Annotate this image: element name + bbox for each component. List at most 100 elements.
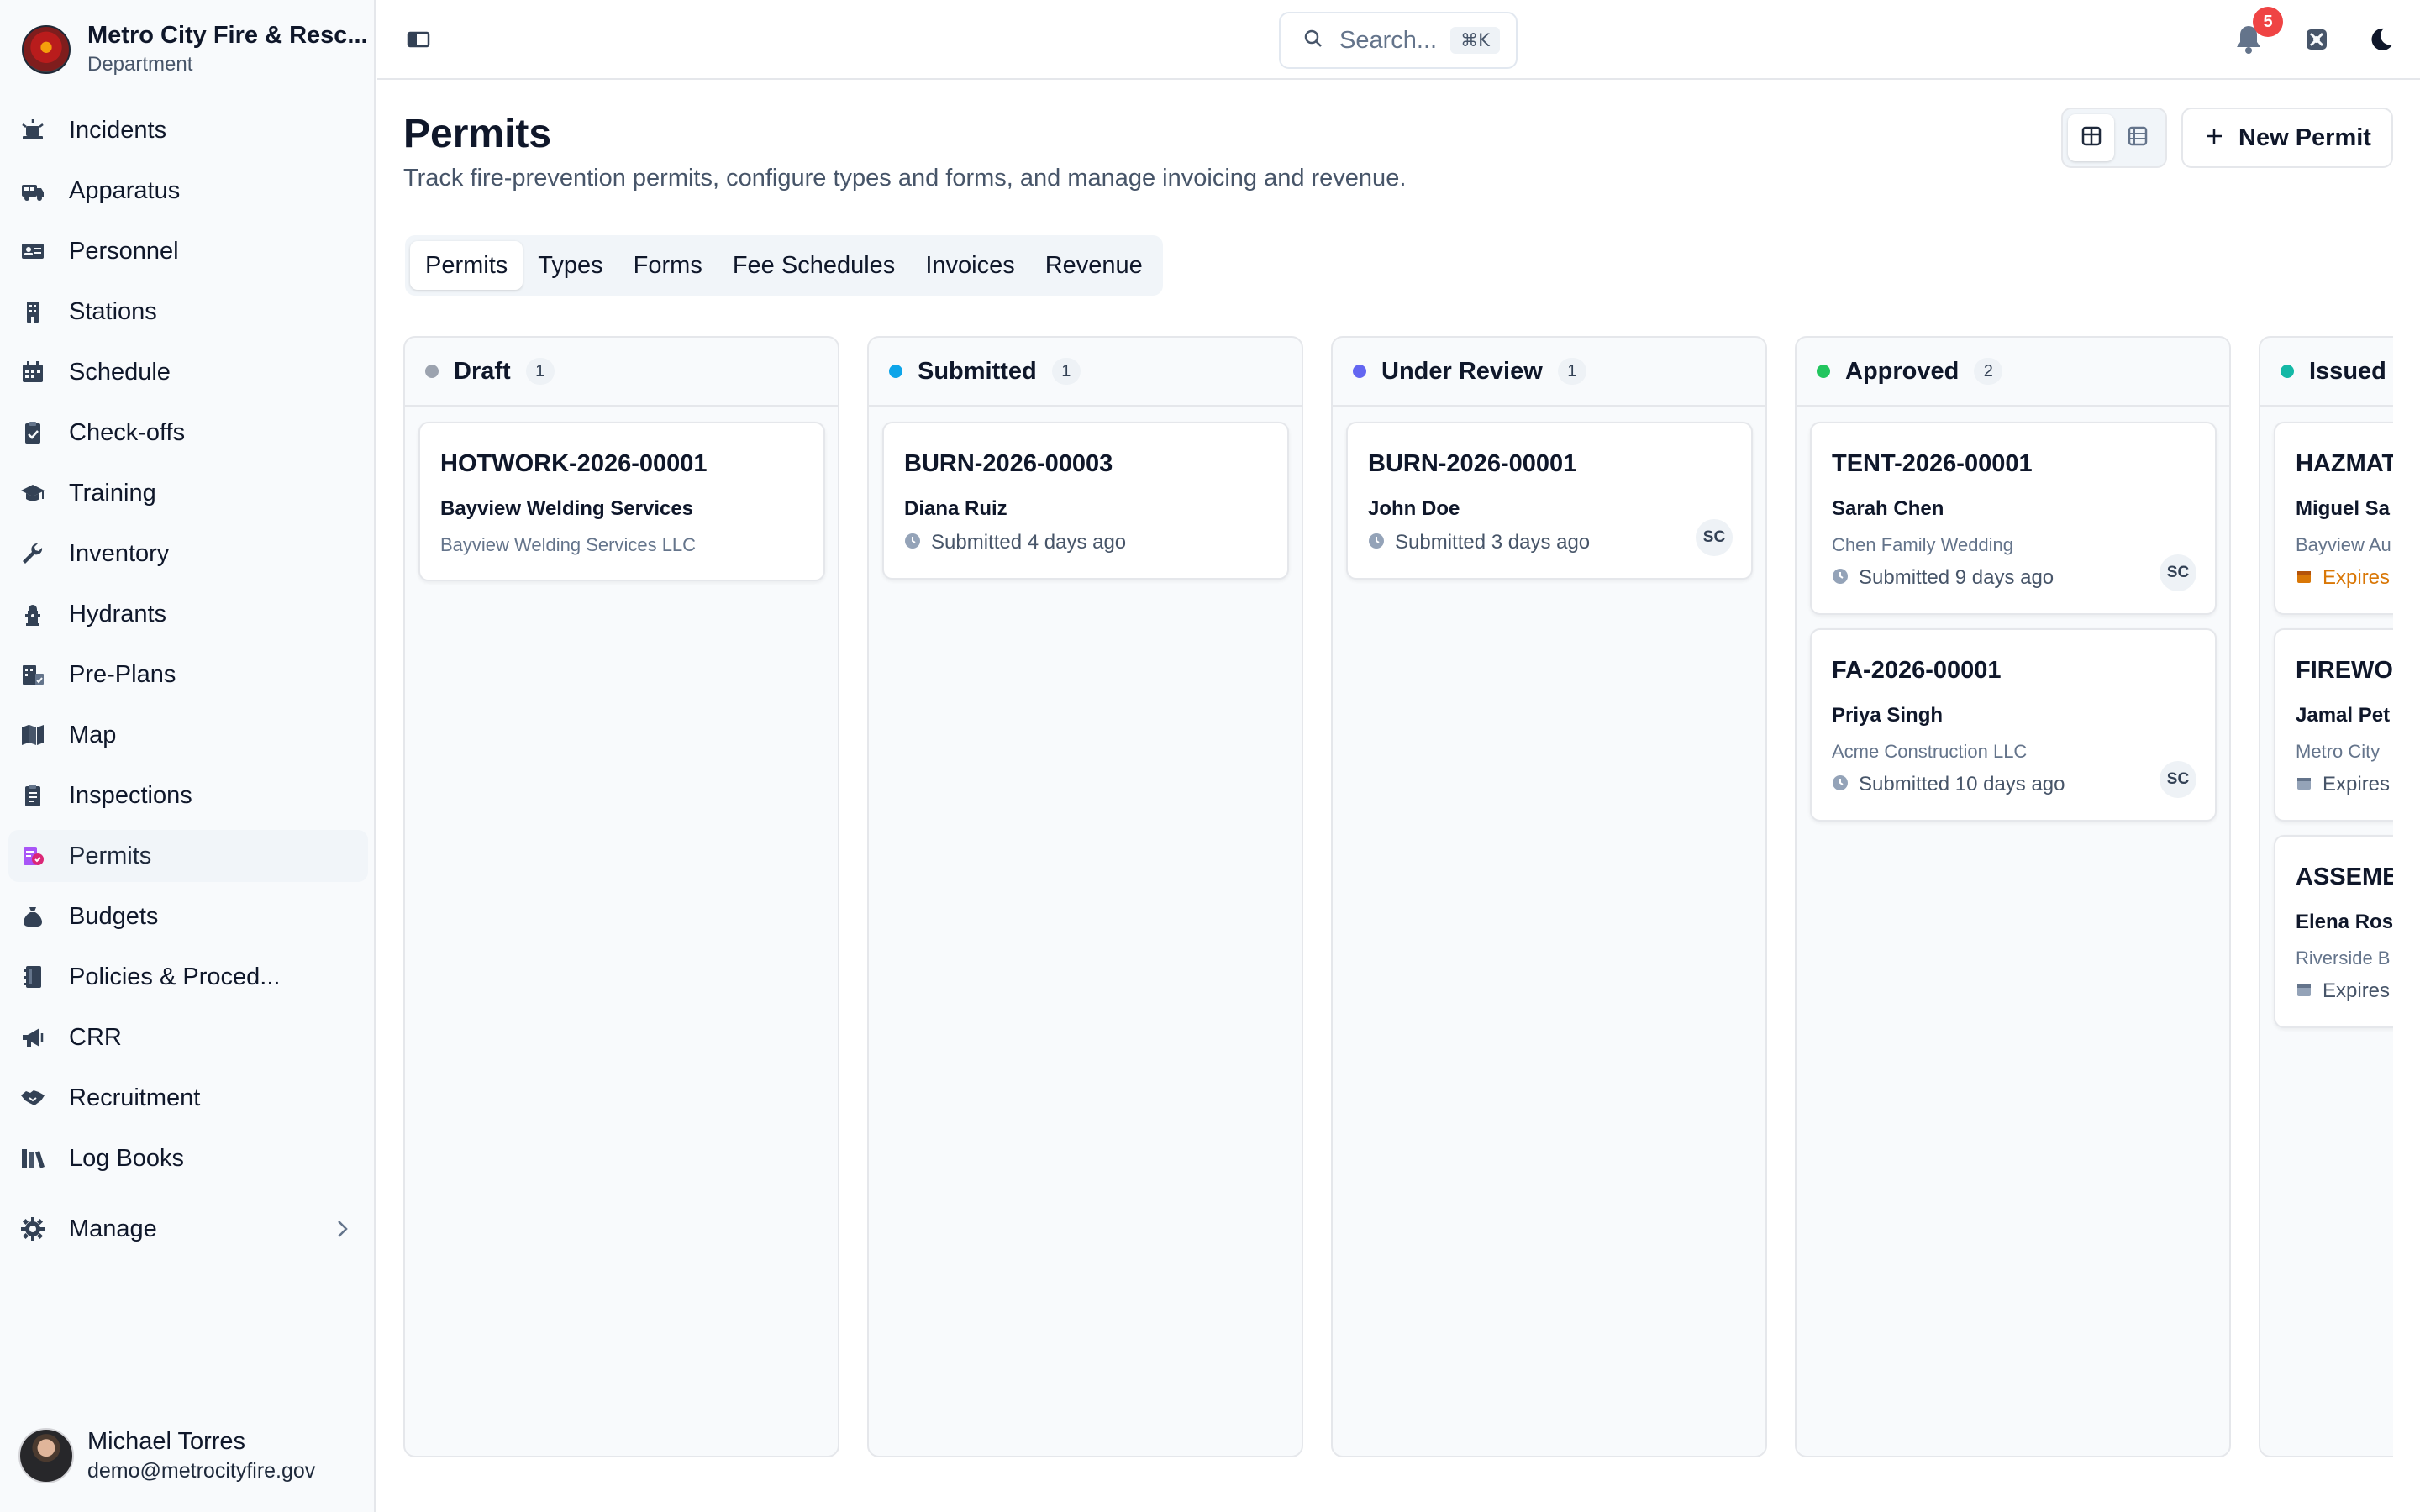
applicant-org: Bayview Welding Services LLC — [440, 534, 697, 555]
tab-bar: Permits Types Forms Fee Schedules Invoic… — [405, 235, 1163, 296]
sidebar-item-label: Pre-Plans — [69, 660, 176, 688]
search-icon — [1302, 28, 1324, 54]
board-view-button[interactable] — [2068, 114, 2114, 161]
tab-types[interactable]: Types — [523, 241, 618, 290]
sidebar-item-log-books[interactable]: Log Books — [8, 1132, 368, 1184]
sidebar-item-recruitment[interactable]: Recruitment — [8, 1072, 368, 1124]
permit-card[interactable]: TENT-2026-00001 Sarah Chen Chen Family W… — [1810, 422, 2217, 615]
calendar-icon — [2296, 981, 2312, 1002]
sidebar-item-label: Incidents — [69, 116, 167, 144]
sidebar-item-incidents[interactable]: Incidents — [8, 104, 368, 156]
tab-fee-schedules[interactable]: Fee Schedules — [718, 241, 910, 290]
sidebar-item-pre-plans[interactable]: Pre-Plans — [8, 648, 368, 701]
permit-card[interactable]: FIREWOR Jamal Pet Metro City Expires — [2274, 628, 2393, 822]
handshake-icon — [20, 1085, 45, 1110]
sidebar-item-label: Policies & Proced... — [69, 963, 281, 990]
sidebar-item-apparatus[interactable]: Apparatus — [8, 165, 368, 217]
sidebar-item-label: Training — [69, 479, 156, 507]
manage-row: Manage — [8, 1203, 368, 1255]
sidebar-item-label: Map — [69, 721, 117, 748]
new-permit-button[interactable]: New Permit — [2181, 108, 2393, 168]
new-permit-label: New Permit — [2238, 123, 2371, 151]
sidebar-item-permits[interactable]: Permits — [8, 830, 368, 882]
id-card-icon — [20, 239, 45, 264]
org-switcher[interactable]: Metro City Fire & Resc... Department — [22, 22, 368, 76]
chevron-right-icon — [331, 1216, 353, 1246]
sidebar-item-training[interactable]: Training — [8, 467, 368, 519]
permit-card[interactable]: BURN-2026-00003 Diana Ruiz Submitted 4 d… — [882, 422, 1289, 580]
column-draft: Draft 1 HOTWORK-2026-00001 Bayview Weldi… — [403, 336, 839, 1457]
sidebar-item-crr[interactable]: CRR — [8, 1011, 368, 1063]
kanban-board: Draft 1 HOTWORK-2026-00001 Bayview Weldi… — [403, 336, 2393, 1457]
permit-card[interactable]: ASSEMB Elena Ros Riverside B Expires — [2274, 835, 2393, 1028]
applicant-name: John Doe — [1368, 497, 1460, 520]
tab-revenue[interactable]: Revenue — [1030, 241, 1158, 290]
expiry-text: Expires — [2323, 773, 2391, 795]
org-name: Metro City Fire & Resc... — [87, 22, 368, 49]
column-count-badge: 2 — [1974, 358, 2003, 385]
user-profile[interactable]: Michael Torres demo@metrocityfire.gov — [18, 1428, 315, 1483]
submitted-time: Submitted 4 days ago — [931, 531, 1127, 554]
sidebar-item-map[interactable]: Map — [8, 709, 368, 761]
submitted-time: Submitted 3 days ago — [1395, 531, 1591, 554]
permit-icon — [20, 843, 45, 869]
tab-invoices[interactable]: Invoices — [910, 241, 1029, 290]
permit-card[interactable]: HOTWORK-2026-00001 Bayview Welding Servi… — [418, 422, 825, 581]
assignee-avatar: SC — [1696, 519, 1733, 556]
sidebar-item-hydrants[interactable]: Hydrants — [8, 588, 368, 640]
sidebar-item-manage[interactable]: Manage — [8, 1203, 368, 1263]
sidebar-nav: Incidents Apparatus Personnel Stations S… — [8, 104, 368, 1193]
permit-number: HOTWORK-2026-00001 — [440, 450, 708, 477]
column-count-badge: 1 — [525, 358, 555, 385]
submitted-meta: Submitted 9 days ago — [1832, 566, 2054, 590]
column-issued: Issued HAZMAT Miguel Sa Bayview Au Expir… — [2259, 336, 2393, 1457]
sidebar-toggle-icon[interactable] — [406, 27, 431, 56]
building-icon — [20, 299, 45, 324]
column-header: Approved 2 — [1797, 338, 2229, 407]
expiry-meta: Expires — [2296, 979, 2390, 1003]
plus-icon — [2203, 125, 2225, 151]
permit-number: FA-2026-00001 — [1832, 657, 2002, 684]
fire-emblem-icon[interactable] — [2304, 27, 2329, 56]
sidebar-item-budgets[interactable]: Budgets — [8, 890, 368, 942]
permit-card[interactable]: FA-2026-00001 Priya Singh Acme Construct… — [1810, 628, 2217, 822]
sidebar-item-inspections[interactable]: Inspections — [8, 769, 368, 822]
manage-label: Manage — [69, 1215, 157, 1242]
sidebar-item-stations[interactable]: Stations — [8, 286, 368, 338]
applicant-name: Jamal Pet — [2296, 704, 2391, 727]
column-submitted: Submitted 1 BURN-2026-00003 Diana Ruiz S… — [867, 336, 1303, 1457]
column-header: Issued — [2260, 338, 2393, 407]
sidebar-item-check-offs[interactable]: Check-offs — [8, 407, 368, 459]
clock-icon — [1368, 533, 1385, 554]
sidebar-item-personnel[interactable]: Personnel — [8, 225, 368, 277]
graduation-cap-icon — [20, 480, 45, 506]
building-plan-icon — [20, 662, 45, 687]
hydrant-icon — [20, 601, 45, 627]
table-view-button[interactable] — [2114, 114, 2160, 161]
sidebar-item-policies[interactable]: Policies & Proced... — [8, 951, 368, 1003]
submitted-meta: Submitted 10 days ago — [1832, 773, 2065, 796]
tab-forms[interactable]: Forms — [618, 241, 718, 290]
moon-icon[interactable] — [2367, 26, 2394, 57]
page-subtitle: Track fire-prevention permits, configure… — [403, 165, 1407, 192]
applicant-name: Priya Singh — [1832, 704, 1944, 727]
column-title: Issued — [2309, 357, 2386, 385]
permit-card[interactable]: HAZMAT Miguel Sa Bayview Au Expires — [2274, 422, 2393, 615]
column-approved: Approved 2 TENT-2026-00001 Sarah Chen Ch… — [1795, 336, 2231, 1457]
tab-permits[interactable]: Permits — [410, 241, 523, 290]
sidebar-item-schedule[interactable]: Schedule — [8, 346, 368, 398]
sidebar-item-inventory[interactable]: Inventory — [8, 528, 368, 580]
permit-card[interactable]: BURN-2026-00001 John Doe Submitted 3 day… — [1346, 422, 1753, 580]
clock-icon — [1832, 774, 1849, 795]
clipboard-list-icon — [20, 783, 45, 808]
submitted-meta: Submitted 3 days ago — [1368, 531, 1590, 554]
sidebar-item-label: CRR — [69, 1023, 122, 1051]
search-input[interactable]: Search... ⌘K — [1279, 12, 1518, 69]
status-dot — [1817, 365, 1830, 378]
table-view-icon — [2127, 125, 2149, 151]
sidebar-item-label: Stations — [69, 297, 157, 325]
permit-number: FIREWOR — [2296, 657, 2393, 684]
submitted-time: Submitted 10 days ago — [1859, 773, 2065, 795]
user-name: Michael Torres — [87, 1428, 246, 1455]
clipboard-check-icon — [20, 420, 45, 445]
